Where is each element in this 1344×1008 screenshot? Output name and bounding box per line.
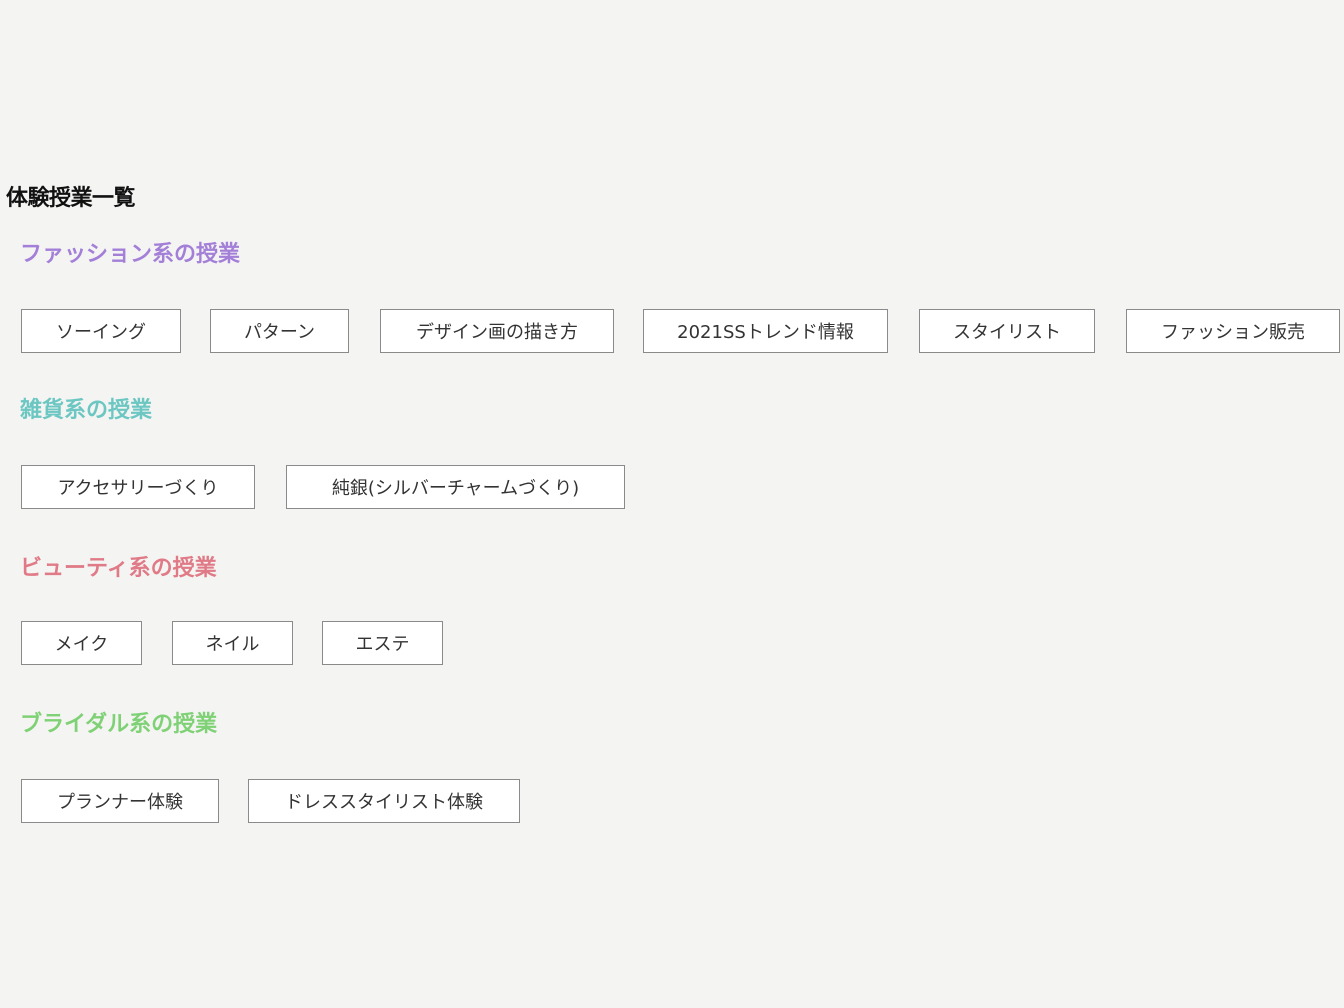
section-title-goods: 雑貨系の授業: [20, 397, 153, 423]
class-button-stylist[interactable]: スタイリスト: [919, 309, 1095, 353]
class-button-esthetic[interactable]: エステ: [322, 621, 443, 665]
class-button-planner[interactable]: プランナー体験: [21, 779, 219, 823]
class-button-accessory[interactable]: アクセサリーづくり: [21, 465, 255, 509]
class-button-dress-stylist[interactable]: ドレススタイリスト体験: [248, 779, 520, 823]
class-button-trend-info[interactable]: 2021SSトレンド情報: [643, 309, 888, 353]
section-title-beauty: ビューティ系の授業: [20, 555, 217, 581]
class-button-nail[interactable]: ネイル: [172, 621, 293, 665]
class-button-pattern[interactable]: パターン: [210, 309, 349, 353]
section-title-bridal: ブライダル系の授業: [20, 711, 218, 737]
class-button-sewing[interactable]: ソーイング: [21, 309, 181, 353]
class-button-design-drawing[interactable]: デザイン画の描き方: [380, 309, 614, 353]
class-button-fashion-sales[interactable]: ファッション販売: [1126, 309, 1340, 353]
section-title-fashion: ファッション系の授業: [20, 241, 241, 267]
class-button-silver-charm[interactable]: 純銀(シルバーチャームづくり): [286, 465, 625, 509]
page-title: 体験授業一覧: [6, 185, 136, 211]
class-button-makeup[interactable]: メイク: [21, 621, 142, 665]
